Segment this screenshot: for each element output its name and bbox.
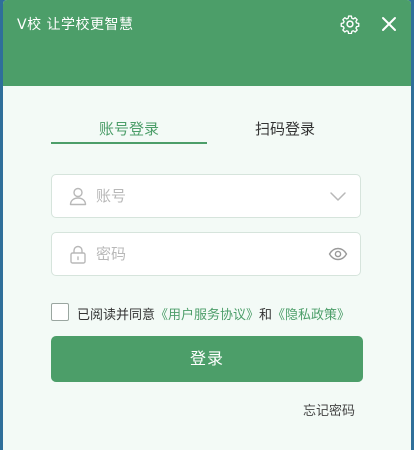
privacy-link[interactable]: 《隐私政策》: [272, 308, 350, 323]
password-field[interactable]: [51, 232, 361, 276]
app-title: V校 让学校更智慧: [17, 17, 134, 33]
agreement-connector: 和: [259, 308, 273, 323]
gear-icon: [340, 15, 360, 34]
password-input[interactable]: [96, 233, 316, 275]
close-button[interactable]: [377, 12, 401, 36]
account-field[interactable]: [51, 174, 361, 218]
agreement-text: 已阅读并同意《用户服务协议》和《隐私政策》: [77, 304, 350, 323]
active-tab-indicator: [51, 142, 207, 144]
account-input[interactable]: [96, 175, 316, 217]
forgot-password-link[interactable]: 忘记密码: [303, 400, 355, 419]
chevron-down-icon[interactable]: [328, 186, 348, 206]
terms-link[interactable]: 《用户服务协议》: [155, 308, 259, 323]
agreement-prefix: 已阅读并同意: [77, 308, 156, 323]
login-window: V校 让学校更智慧 账号登录 扫码登录 账号 已阅读并同意《用户服务协议》和《隐…: [3, 0, 411, 450]
user-icon: [69, 187, 87, 206]
login-button[interactable]: 登录: [51, 336, 363, 382]
tab-qr-login[interactable]: 扫码登录: [207, 118, 363, 139]
lock-icon: [70, 245, 86, 264]
agreement-checkbox[interactable]: [51, 303, 69, 321]
title-bar: V校 让学校更智慧: [3, 0, 411, 86]
eye-icon[interactable]: [328, 244, 348, 264]
tab-account-login[interactable]: 账号登录: [51, 118, 207, 139]
settings-button[interactable]: [338, 12, 362, 36]
close-icon: [382, 17, 396, 31]
agreement-row: 已阅读并同意《用户服务协议》和《隐私政策》: [51, 302, 371, 324]
